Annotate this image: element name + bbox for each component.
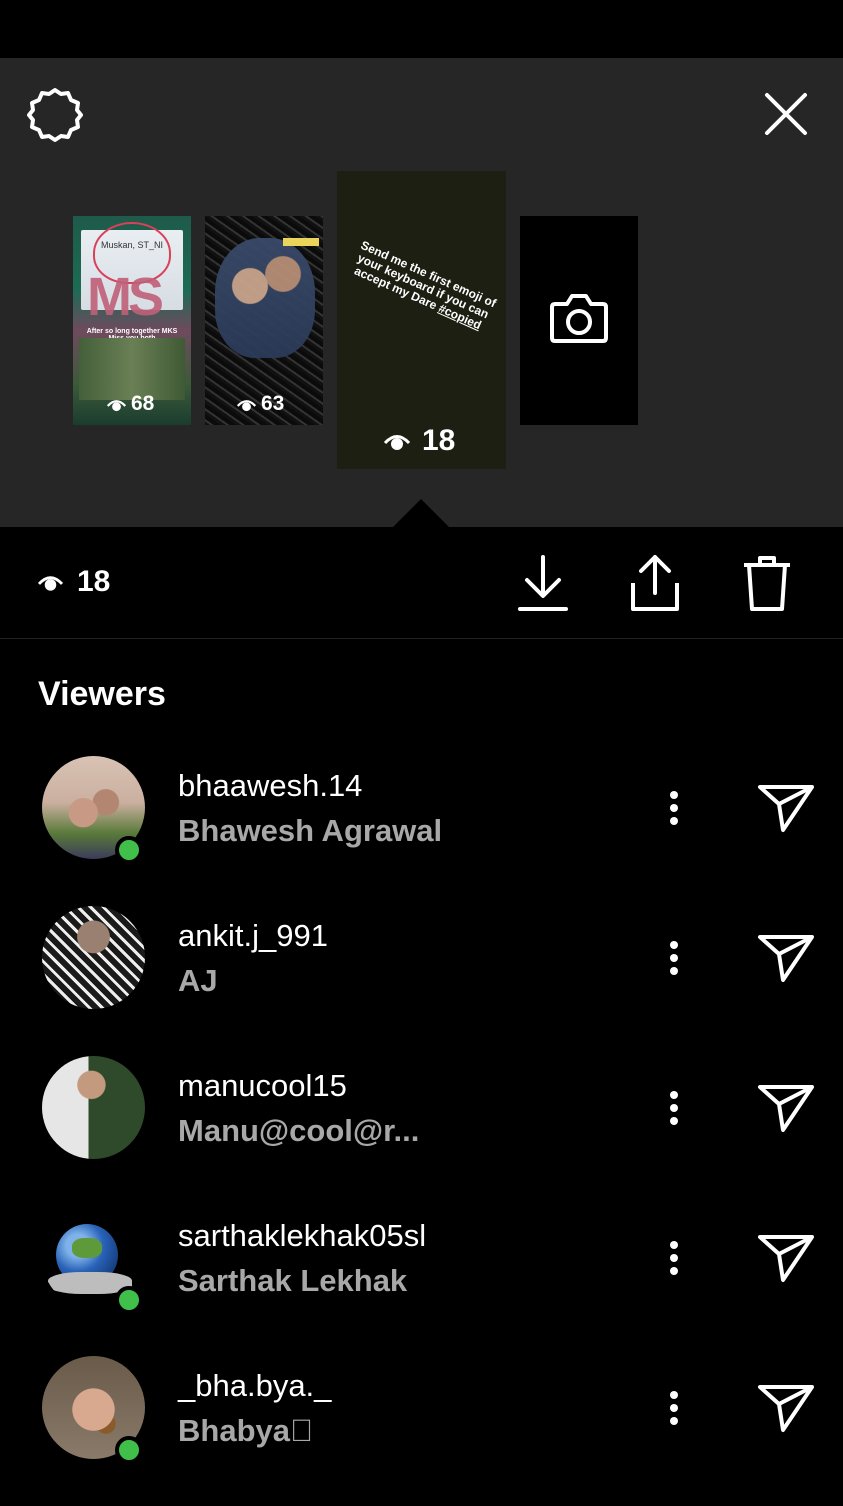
avatar[interactable] — [42, 1056, 145, 1159]
view-count-text: 68 — [131, 392, 155, 415]
story-2-views: 63 — [237, 392, 284, 416]
viewer-fullname: Bhabya  — [178, 1413, 314, 1448]
online-indicator — [115, 1286, 143, 1314]
viewer-username[interactable]: manucool15 — [178, 1068, 347, 1104]
more-options-icon[interactable] — [654, 1378, 694, 1438]
viewer-fullname: AJ — [178, 963, 218, 998]
more-options-icon[interactable] — [654, 1078, 694, 1138]
viewer-fullname: Bhawesh Agrawal — [178, 813, 443, 848]
trash-icon[interactable] — [737, 550, 797, 616]
more-options-icon[interactable] — [654, 928, 694, 988]
story-3-views: 18 — [384, 424, 455, 458]
story-photo — [215, 238, 315, 358]
eye-icon — [38, 576, 63, 591]
viewer-row[interactable]: sarthaklekhak05sl Sarthak Lekhak — [0, 1206, 843, 1356]
viewer-username[interactable]: _bha.bya._ — [178, 1368, 331, 1404]
viewer-row[interactable]: bhaawesh.14 Bhawesh Agrawal — [0, 756, 843, 906]
view-count-text: 18 — [422, 424, 456, 457]
viewer-row[interactable]: _bha.bya._ Bhabya  — [0, 1356, 843, 1506]
viewer-username[interactable]: sarthaklekhak05sl — [178, 1218, 426, 1254]
status-bar — [0, 0, 843, 58]
send-message-icon[interactable] — [752, 1226, 820, 1290]
globe-land — [72, 1238, 102, 1258]
viewer-fullname: Manu@cool@r... — [178, 1113, 420, 1148]
send-message-icon[interactable] — [752, 1376, 820, 1440]
viewer-fullname: Sarthak Lekhak — [178, 1263, 408, 1298]
send-message-icon[interactable] — [752, 926, 820, 990]
download-icon[interactable] — [513, 550, 573, 616]
sticker — [283, 238, 319, 246]
viewer-row[interactable]: ankit.j_991 AJ — [0, 906, 843, 1056]
story-1-views: 68 — [107, 392, 154, 416]
total-views: 18 — [38, 565, 110, 599]
story-photo — [79, 338, 185, 400]
avatar[interactable] — [42, 906, 145, 1009]
share-icon[interactable] — [625, 550, 685, 616]
eye-icon — [237, 399, 256, 411]
eye-icon — [384, 435, 410, 450]
total-views-count: 18 — [77, 565, 111, 598]
actions-bar — [0, 527, 843, 639]
close-icon[interactable] — [756, 84, 816, 144]
ms-logo: MS — [87, 267, 164, 327]
viewer-username[interactable]: bhaawesh.14 — [178, 768, 362, 804]
eye-icon — [107, 399, 126, 411]
story-text-body: Send me the first emoji of your keyboard… — [352, 237, 499, 322]
selected-story-pointer — [392, 499, 450, 528]
online-indicator — [115, 836, 143, 864]
more-options-icon[interactable] — [654, 1228, 694, 1288]
send-message-icon[interactable] — [752, 776, 820, 840]
camera-icon — [550, 294, 608, 343]
viewers-heading: Viewers — [38, 675, 166, 713]
settings-gear-icon[interactable] — [22, 82, 88, 148]
view-count-text: 63 — [261, 392, 285, 415]
more-options-icon[interactable] — [654, 778, 694, 838]
story-text: Send me the first emoji of your keyboard… — [340, 235, 506, 337]
send-message-icon[interactable] — [752, 1076, 820, 1140]
online-indicator — [115, 1436, 143, 1464]
viewer-row[interactable]: manucool15 Manu@cool@r... — [0, 1056, 843, 1206]
viewer-username[interactable]: ankit.j_991 — [178, 918, 328, 954]
add-story-button[interactable] — [520, 216, 638, 425]
